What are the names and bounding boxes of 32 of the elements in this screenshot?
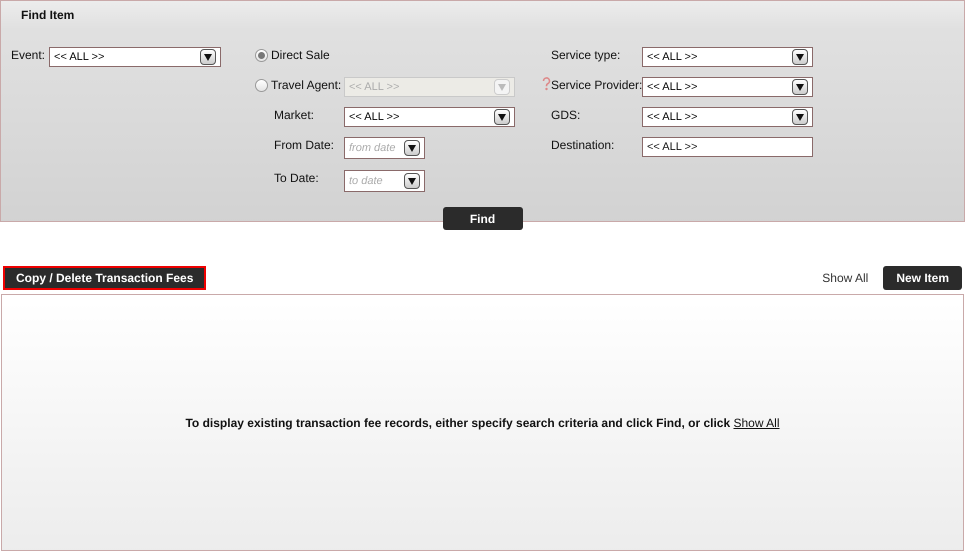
- dropdown-icon[interactable]: [792, 49, 808, 65]
- radio-button[interactable]: [255, 48, 268, 62]
- dropdown-icon[interactable]: [404, 140, 420, 156]
- dropdown-icon[interactable]: [792, 79, 808, 95]
- radio-label: Travel Agent:: [271, 77, 342, 93]
- empty-message: To display existing transaction fee records, either specify search criteria and click Find, or click Show All: [185, 414, 780, 432]
- field-label: Destination:: [551, 137, 614, 153]
- dropdown-icon[interactable]: [792, 109, 808, 125]
- show-all-link[interactable]: Show All: [733, 416, 780, 430]
- find-button[interactable]: Find: [442, 207, 522, 230]
- field-label: Service Provider:: [551, 77, 642, 93]
- dropdown-icon[interactable]: [404, 173, 420, 189]
- field-label: Event:: [11, 47, 46, 63]
- dropdown-field[interactable]: << ALL >>: [49, 47, 222, 67]
- field-label: GDS:: [551, 107, 580, 123]
- radio-button[interactable]: [255, 78, 268, 92]
- field-label: From Date:: [273, 137, 336, 153]
- copy-delete-button[interactable]: Copy / Delete Transaction Fees: [3, 266, 206, 290]
- dropdown-field[interactable]: << ALL >>: [642, 77, 813, 97]
- text-field[interactable]: << ALL >>: [642, 137, 813, 157]
- new-item-button[interactable]: New Item: [883, 266, 962, 290]
- dropdown-icon[interactable]: [200, 49, 216, 65]
- show-all-link[interactable]: Show All: [822, 269, 868, 287]
- dropdown-icon[interactable]: [494, 109, 510, 125]
- panel-title: Find Item: [21, 6, 74, 24]
- radio-label: Direct Sale: [271, 47, 330, 63]
- dropdown-field[interactable]: << ALL >>: [642, 107, 813, 127]
- field-label: Market:: [273, 107, 316, 123]
- field-label: Service type:: [551, 47, 620, 63]
- dropdown-field[interactable]: << ALL >>: [344, 107, 515, 127]
- dropdown-field[interactable]: << ALL >>: [642, 47, 813, 67]
- field-label: To Date:: [273, 170, 320, 186]
